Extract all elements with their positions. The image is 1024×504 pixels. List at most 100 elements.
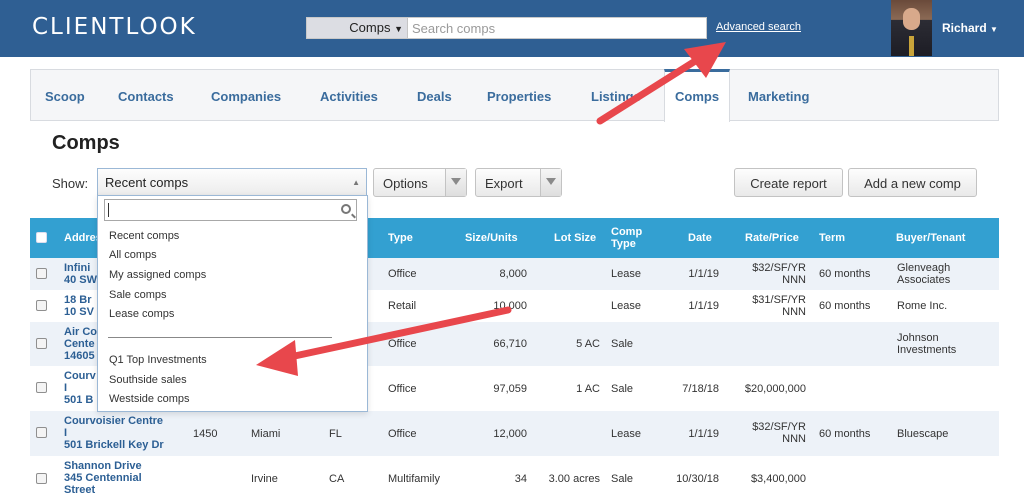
dropdown-search-input[interactable] [104, 199, 357, 221]
dropdown-item-lease-comps[interactable]: Lease comps [109, 308, 174, 320]
view-select[interactable]: Recent comps ▲ [97, 168, 367, 196]
row-checkbox[interactable] [36, 382, 47, 393]
row-date: 1/1/19 [688, 268, 719, 280]
row-lot-size: 5 AC [576, 338, 600, 350]
dropdown-item-sale-comps[interactable]: Sale comps [109, 289, 166, 301]
row-comp-type: Sale [611, 473, 634, 485]
user-menu[interactable]: Richard ▼ [942, 21, 998, 35]
row-size: 97,059 [493, 383, 527, 395]
col-comp-type-line1: Comp [611, 226, 643, 238]
row-suite: 1450 [193, 428, 218, 440]
row-checkbox[interactable] [36, 427, 47, 438]
row-comp-type: Sale [611, 383, 634, 395]
dropdown-item-q1-top-investments[interactable]: Q1 Top Investments [109, 354, 207, 366]
row-comp-type: Lease [611, 428, 641, 440]
row-price: $3,400,000 [750, 473, 806, 485]
row-date: 1/1/19 [688, 428, 719, 440]
tab-listings[interactable]: Listings [591, 89, 666, 104]
row-date: 10/30/18 [676, 473, 719, 485]
options-label: Options [383, 176, 428, 191]
row-checkbox[interactable] [36, 338, 47, 349]
col-lot-size[interactable]: Lot Size [554, 232, 596, 244]
search-scope-label: Comps [349, 20, 391, 35]
dropdown-item-westside-comps[interactable]: Westside comps [109, 393, 190, 405]
row-price: $20,000,000 [744, 383, 806, 395]
row-buyer: Glenveagh Associates [897, 262, 951, 286]
options-dropdown-toggle[interactable] [445, 169, 466, 196]
view-select-value: Recent comps [105, 175, 189, 190]
caret-down-icon [546, 178, 556, 185]
col-date[interactable]: Date [688, 232, 712, 244]
row-checkbox[interactable] [36, 268, 47, 279]
row-buyer: Bluescape [897, 428, 949, 440]
tab-deals[interactable]: Deals [417, 89, 452, 104]
col-size[interactable]: Size/Units [465, 232, 518, 244]
col-type[interactable]: Type [388, 232, 413, 244]
tab-comps[interactable]: Comps [664, 69, 731, 122]
app-window: CLIENTLOOK Comps ▼ Advanced search Richa… [0, 0, 1024, 504]
tab-contacts[interactable]: Contacts [118, 89, 174, 104]
row-checkbox[interactable] [36, 473, 47, 484]
row-lot-size: 1 AC [576, 383, 600, 395]
export-button[interactable]: Export [475, 168, 562, 197]
search-scope-select[interactable]: Comps ▼ [307, 18, 408, 38]
row-checkbox[interactable] [36, 300, 47, 311]
advanced-search-link[interactable]: Advanced search [716, 21, 801, 33]
col-comp-type-line2: Type [611, 238, 636, 250]
dropdown-item-southside-sales[interactable]: Southside sales [109, 374, 187, 386]
tab-activities[interactable]: Activities [320, 89, 378, 104]
row-address[interactable]: Courvoisier Centre I 501 Brickell Key Dr [64, 415, 164, 451]
options-button[interactable]: Options [373, 168, 467, 197]
tab-scoop[interactable]: Scoop [45, 89, 85, 104]
table-row[interactable]: Courvoisier Centre I 501 Brickell Key Dr 1… [30, 411, 999, 456]
dropdown-item-my-assigned-comps[interactable]: My assigned comps [109, 269, 206, 281]
dropdown-divider [108, 337, 332, 338]
row-size: 12,000 [493, 428, 527, 440]
row-address[interactable]: Infini 40 SW [64, 262, 97, 286]
row-lot-size: 3.00 acres [548, 473, 600, 485]
row-address[interactable]: Shannon Drive 345 Centennial Street [64, 460, 142, 496]
user-avatar[interactable] [891, 0, 932, 56]
row-comp-type: Lease [611, 300, 641, 312]
tab-properties[interactable]: Properties [487, 89, 551, 104]
row-term: 60 months [819, 428, 871, 440]
col-term[interactable]: Term [819, 232, 845, 244]
col-rate-price[interactable]: Rate/Price [745, 232, 799, 244]
row-city: Miami [251, 428, 281, 440]
row-term: 60 months [819, 300, 871, 312]
row-type: Office [388, 338, 417, 350]
col-buyer-tenant[interactable]: Buyer/Tenant [896, 232, 965, 244]
export-dropdown-toggle[interactable] [540, 169, 561, 196]
dropdown-item-recent-comps[interactable]: Recent comps [109, 230, 179, 242]
search-icon [341, 204, 351, 214]
table-row[interactable]: Shannon Drive 345 Centennial Street Irvine… [30, 456, 999, 501]
row-term: 60 months [819, 268, 871, 280]
row-comp-type: Lease [611, 268, 641, 280]
add-comp-button[interactable]: Add a new comp [848, 168, 977, 197]
row-address[interactable]: Courv I 501 B [64, 370, 96, 406]
row-rate: $32/SF/YR NNN [752, 421, 806, 445]
row-address[interactable]: 18 Br 10 SV [64, 294, 94, 318]
dropdown-item-all-comps[interactable]: All comps [109, 249, 157, 261]
top-header: CLIENTLOOK Comps ▼ Advanced search Richa… [0, 0, 1024, 57]
row-address[interactable]: Air Co Cente 14605 [64, 326, 97, 362]
row-date: 1/1/19 [688, 300, 719, 312]
row-type: Office [388, 268, 417, 280]
tab-marketing[interactable]: Marketing [748, 89, 809, 104]
row-date: 7/18/18 [682, 383, 719, 395]
create-report-button[interactable]: Create report [734, 168, 843, 197]
select-all-checkbox[interactable] [36, 232, 47, 243]
main-tabs: Scoop Contacts Companies Activities Deal… [30, 69, 999, 122]
app-logo[interactable]: CLIENTLOOK [32, 14, 197, 40]
row-rate: $32/SF/YR NNN [752, 262, 806, 286]
export-label: Export [485, 176, 523, 191]
row-type: Multifamily [388, 473, 440, 485]
row-size: 8,000 [499, 268, 527, 280]
page-title: Comps [52, 132, 120, 154]
col-comp-type[interactable]: Comp Type [611, 226, 642, 250]
show-label: Show: [52, 176, 89, 191]
tab-companies[interactable]: Companies [211, 89, 281, 104]
search-input[interactable] [410, 18, 704, 38]
row-size: 10,000 [493, 300, 527, 312]
user-name: Richard [942, 21, 987, 35]
